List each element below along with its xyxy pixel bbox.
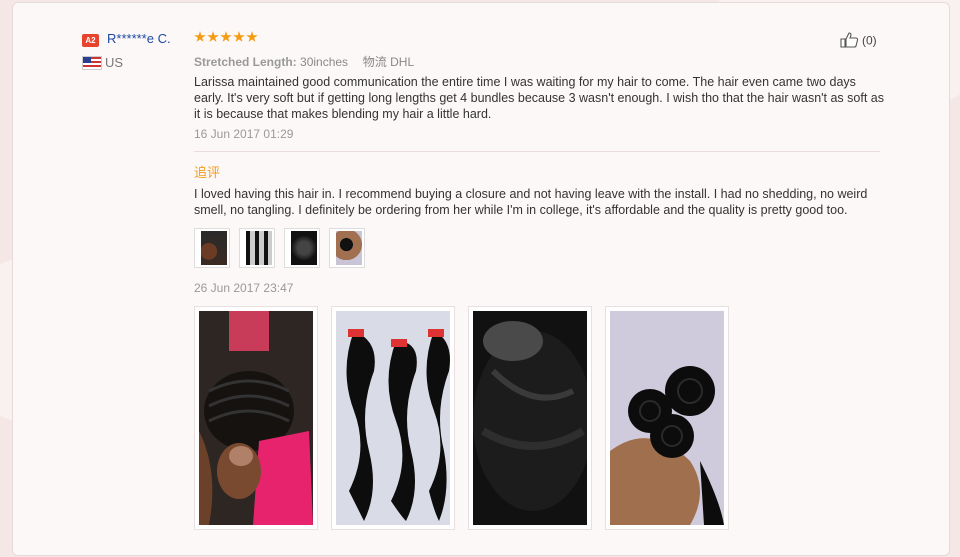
reviewer-country: US <box>105 55 124 70</box>
hair-bundles-in-hand-image <box>610 311 724 525</box>
review-photos <box>194 306 729 530</box>
star-icon <box>207 31 219 42</box>
review-photo[interactable] <box>605 306 729 530</box>
order-attributes: Stretched Length: 30inches 物流 DHL <box>194 53 414 70</box>
review-date: 16 Jun 2017 01:29 <box>194 127 294 141</box>
us-flag-icon <box>82 56 102 70</box>
star-icon <box>194 31 206 42</box>
star-icon <box>233 31 245 42</box>
photo-thumbnails <box>194 228 365 268</box>
review-photo[interactable] <box>468 306 592 530</box>
buyer-level-badge: A2 <box>82 34 99 47</box>
photo-thumbnail[interactable] <box>329 228 365 268</box>
helpful-count: (0) <box>862 33 877 48</box>
three-hair-bundles-image <box>336 311 450 525</box>
installed-hair-image <box>473 311 587 525</box>
star-icon <box>246 31 258 42</box>
append-review-text: I loved having this hair in. I recommend… <box>194 187 868 217</box>
review-photo[interactable] <box>331 306 455 530</box>
photo-thumbnail[interactable] <box>239 228 275 268</box>
shipping-label: 物流 <box>362 55 387 69</box>
thumb-up-icon[interactable] <box>840 32 860 51</box>
shipping-value: DHL <box>390 55 415 69</box>
append-review-date: 26 Jun 2017 23:47 <box>194 281 294 295</box>
append-review-label: 追评 <box>194 165 221 180</box>
divider <box>194 151 880 152</box>
reviewer-name: R******e C. <box>107 31 171 46</box>
review-photo[interactable] <box>194 306 318 530</box>
helpful-button[interactable]: (0) <box>840 32 877 51</box>
review-text: Larissa maintained good communication th… <box>194 75 884 121</box>
photo-thumbnail[interactable] <box>284 228 320 268</box>
hair-bundle-hand-image <box>199 311 313 525</box>
length-value: 30inches <box>300 55 349 69</box>
length-label: Stretched Length: <box>194 55 297 69</box>
photo-thumbnail[interactable] <box>194 228 230 268</box>
rating-stars <box>194 30 259 48</box>
star-icon <box>220 31 232 42</box>
